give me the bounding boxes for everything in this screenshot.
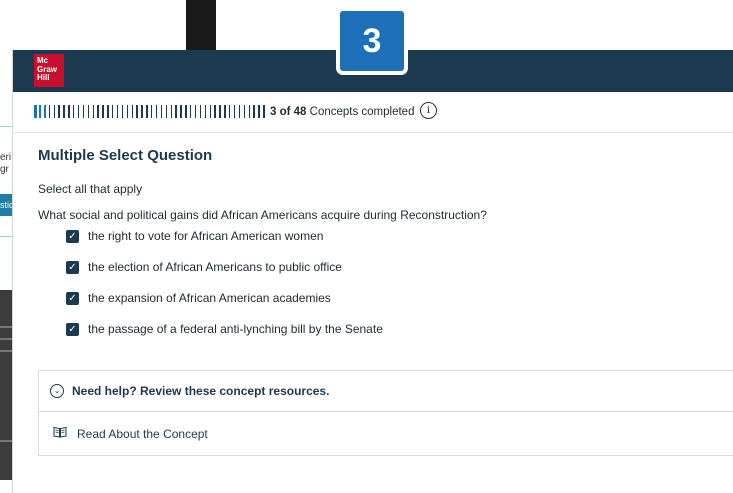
answer-option-label: the right to vote for African American w… [88, 229, 324, 243]
progress-tick [185, 105, 187, 118]
progress-tick [58, 105, 60, 118]
progress-tick [97, 105, 99, 118]
logo-line: Hill [37, 73, 50, 82]
progress-tick [180, 105, 182, 118]
progress-tick [209, 105, 211, 118]
checkbox-checked-icon[interactable]: ✓ [66, 291, 79, 305]
progress-tick [82, 105, 85, 118]
checkbox-checked-icon[interactable]: ✓ [66, 260, 79, 274]
progress-tick [102, 105, 104, 118]
progress-tick [224, 105, 226, 118]
progress-tick [160, 105, 163, 118]
question-panel: Mc Graw Hill 3 of 48 Concepts completed … [12, 50, 733, 493]
progress-tick [258, 105, 260, 118]
answer-option[interactable]: ✓ the expansion of African American acad… [66, 288, 331, 308]
progress-tick [214, 105, 216, 118]
progress-text: 3 of 48 Concepts completed [270, 106, 414, 118]
progress-tick [204, 105, 207, 118]
progress-tick-completed [43, 105, 47, 118]
step-number-badge: 3 [336, 7, 408, 75]
progress-tick [263, 105, 265, 118]
background-divider [0, 126, 12, 127]
background-photo [0, 290, 12, 480]
background-text-fragment: gr [0, 164, 9, 175]
question-instruction: Select all that apply [38, 182, 143, 196]
progress-tick [141, 105, 143, 118]
progress-tick [243, 105, 246, 118]
progress-suffix: Concepts completed [306, 106, 415, 118]
help-toggle-label[interactable]: Need help? Review these concept resource… [72, 384, 329, 398]
progress-tick [107, 105, 109, 118]
progress-tick [165, 105, 168, 118]
question-type-title: Multiple Select Question [38, 147, 213, 164]
answer-option-label: the passage of a federal anti-lynching b… [88, 322, 383, 336]
progress-tick [175, 105, 177, 118]
progress-tick [199, 105, 202, 118]
progress-tick [233, 105, 236, 118]
mcgraw-hill-logo: Mc Graw Hill [34, 54, 64, 87]
progress-tick [87, 105, 90, 118]
progress-tick-completed [34, 105, 37, 118]
answer-option-label: the expansion of African American academ… [88, 291, 331, 305]
book-icon [53, 426, 67, 438]
progress-tick [126, 105, 129, 118]
progress-tick [229, 105, 231, 118]
progress-tick [190, 105, 192, 118]
progress-tick [53, 105, 55, 118]
answer-option[interactable]: ✓ the right to vote for African American… [66, 226, 323, 246]
progress-tick [146, 105, 148, 118]
progress-tick [131, 105, 133, 118]
progress-tick [151, 105, 153, 118]
help-resources-box: ⌄ Need help? Review these concept resour… [38, 370, 733, 456]
progress-count: 3 of 48 [270, 106, 307, 118]
progress-tick [112, 105, 114, 118]
read-about-concept-link[interactable]: Read About the Concept [77, 427, 208, 441]
progress-tick [77, 105, 80, 118]
checkbox-checked-icon[interactable]: ✓ [66, 322, 79, 336]
progress-tick [48, 105, 51, 118]
background-text-fragment: eri [0, 152, 12, 163]
progress-tick [170, 105, 172, 118]
answer-option-label: the election of African Americans to pub… [88, 260, 342, 274]
progress-tick [116, 105, 119, 118]
question-prompt: What social and political gains did Afri… [38, 208, 487, 222]
progress-tick [248, 105, 250, 118]
progress-tick [219, 105, 221, 118]
help-toggle[interactable]: ⌄ Need help? Review these concept resour… [39, 371, 733, 412]
progress-tick [194, 105, 197, 118]
background-divider [0, 236, 12, 237]
progress-tick [155, 105, 158, 118]
progress-tick [136, 105, 138, 118]
progress-tick [92, 105, 94, 118]
background-dark-bar [186, 0, 216, 50]
progress-tick [121, 105, 124, 118]
progress-tick [63, 105, 65, 118]
progress-tick [68, 105, 70, 118]
concept-progress-bar [34, 105, 270, 118]
checkbox-checked-icon[interactable]: ✓ [66, 229, 79, 243]
answer-option[interactable]: ✓ the passage of a federal anti-lynching… [66, 319, 383, 339]
progress-row: 3 of 48 Concepts completed i [13, 92, 733, 133]
chevron-down-circle-icon[interactable]: ⌄ [50, 384, 64, 398]
background-left-strip: eri gr stic [0, 50, 12, 493]
progress-tick [73, 105, 75, 118]
progress-tick-completed [38, 105, 42, 118]
progress-tick [253, 105, 255, 118]
info-icon[interactable]: i [420, 102, 437, 119]
answer-option[interactable]: ✓ the election of African Americans to p… [66, 257, 342, 277]
background-teal-button: stic [0, 194, 12, 216]
progress-tick [238, 105, 241, 118]
